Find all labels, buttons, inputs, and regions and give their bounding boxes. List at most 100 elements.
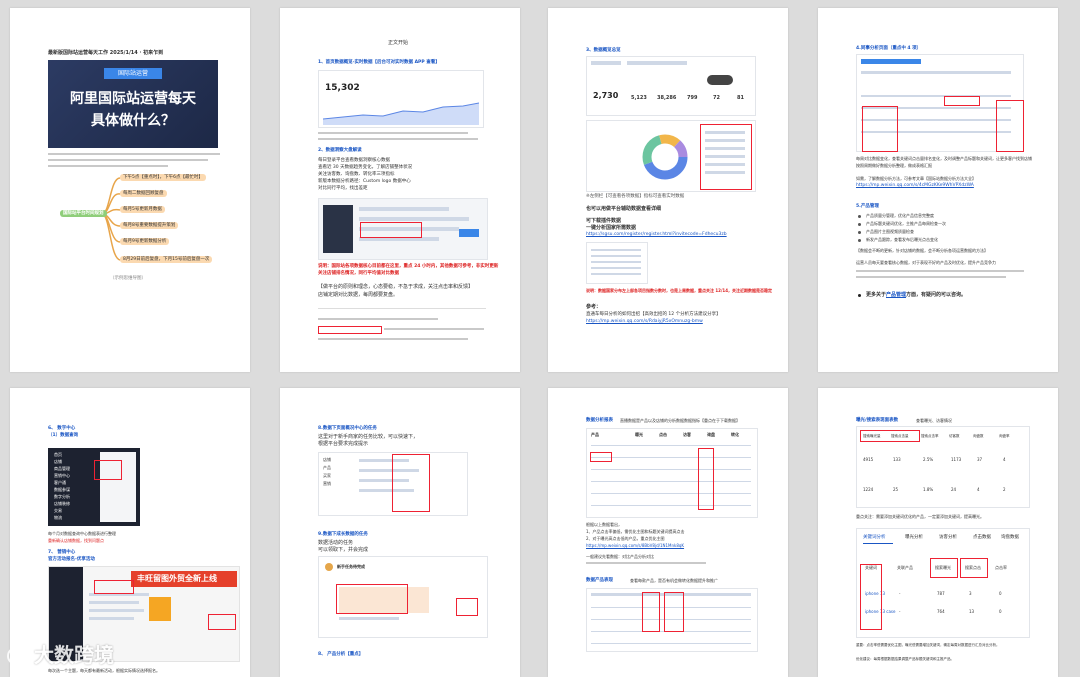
mindmap-item: 下午5点【重点时】，下午6点【最忙时】 — [120, 174, 206, 181]
section-heading: 8、 产品分析【重点】 — [318, 652, 364, 657]
kpi-value: 38,286 — [657, 95, 677, 101]
page-header: 正文开始 — [388, 40, 409, 46]
section-heading: 曝光/搜索表现面表数 — [856, 418, 899, 423]
table-cell: 764 — [937, 609, 945, 614]
mindmap-item: 8月29日前后复盘，下月15号前后复盘一次 — [120, 256, 213, 263]
text-line — [856, 270, 1024, 272]
menu-item: 商品管理 — [54, 466, 70, 471]
document-page-3: 3、数据概览总览 2,730 5,123 38,286 799 72 81 ※左… — [548, 8, 788, 372]
banner-text: 丰旺留图外贸全新上线 — [137, 574, 217, 583]
overview-screenshot: 2,730 5,123 38,286 799 72 81 — [586, 56, 756, 116]
document-page-2: 正文开始 1、首页数据概览-实时数据【后台可对实时数据 APP 查看】 15,3… — [280, 8, 520, 372]
highlight-box — [860, 564, 882, 630]
paragraph: 每个月对数据查询中心数据表进行整理 — [48, 531, 116, 536]
bullet-icon — [858, 239, 861, 242]
table-cell: - — [899, 609, 901, 614]
text-line — [586, 562, 706, 564]
highlight-box — [392, 454, 430, 512]
link[interactable]: https://mp.weixin.qq.com/s/8BbV8jd/1N1Mn… — [586, 543, 684, 549]
activity-banner: 丰旺留图外贸全新上线 — [131, 571, 237, 587]
menu-item: 数字分析 — [54, 494, 70, 499]
text-line — [384, 328, 484, 330]
table-cell: 1224 — [863, 487, 874, 492]
list-item: 买家 — [323, 473, 331, 478]
highlight-box — [664, 592, 684, 632]
text-line — [318, 338, 468, 340]
table-cell: 25 — [893, 487, 899, 492]
section-heading: 4.同事分析页面（重点中 4 项） — [856, 46, 922, 51]
paragraph: 运营人员每天要查看核心数据，对于表现不好的产品及时优化，提升产品竞争力 — [856, 260, 996, 265]
document-page-1: 最新版国际站运营每天工作 2025/1/14 · 初来乍到 国际站运营 阿里国际… — [10, 8, 250, 372]
bullet-item: 新发产品跟踪，查看发布后曝光点击变化 — [866, 237, 938, 242]
text-line — [318, 138, 478, 140]
highlight-box — [360, 222, 422, 238]
footer-link[interactable]: 产品管理 — [886, 292, 906, 298]
table-cell: 787 — [937, 591, 945, 596]
paragraph: 数据活动的任务 — [318, 540, 354, 546]
table-header: 产品 — [591, 432, 599, 437]
paragraph: 根据以上数据看出， — [586, 522, 622, 527]
dialog-title: 新手任务待完成 — [337, 564, 365, 569]
table-header: 搜索点击率 — [921, 434, 939, 438]
paragraph: 【做平台的原则和理念，心态要稳，不急于求成，关注点击率和反馈】 — [318, 284, 474, 290]
menu-item: 物流 — [54, 515, 62, 520]
section-subheading: 官方活动报名-优享活动 — [48, 557, 95, 562]
bullet-icon — [858, 223, 861, 226]
menu-item: 店铺装修 — [54, 501, 70, 506]
table-cell: 4 — [1003, 457, 1006, 462]
paragraph: 一般建议先看数据：对比产品分析对比 — [586, 554, 654, 559]
highlight-box — [996, 100, 1024, 152]
table-cell: 4 — [977, 487, 980, 492]
bullet-icon — [858, 215, 861, 218]
paragraph: 对比同行平均，找出差距 — [318, 186, 368, 191]
watermark-text: 大数跨境 — [34, 643, 114, 667]
link[interactable]: https://sgsu.com/register/register.html?… — [586, 232, 727, 238]
table-cell: 13 — [969, 609, 975, 614]
section-heading: 6、 数字中心 — [48, 426, 76, 431]
table-header: 询盘数 — [973, 434, 984, 438]
mindmap-item: 每月8号重要数据提升策划 — [120, 222, 179, 229]
mindmap-center: 国际站平台时间规划 — [60, 210, 107, 217]
menu-item: 客户通 — [54, 480, 66, 485]
section-heading: 7、 营销中心 — [48, 550, 76, 555]
tab-inquiries[interactable]: 询盘数据 — [1001, 535, 1019, 541]
highlight-box — [960, 558, 988, 578]
warning-text: 说明：国际站各项数据核心目前都在这里，重点 24 小时内，其他数据可参考，非实时… — [318, 264, 499, 269]
section-heading: 5.产品管理 — [856, 204, 879, 209]
highlight-box — [94, 460, 122, 480]
tab-clicks[interactable]: 点击数据 — [973, 535, 991, 541]
paragraph: 可下载插件数据 — [586, 218, 622, 224]
kpi-value: 799 — [687, 95, 698, 101]
paragraph: 重点关注：需要添加关键词优化的产品，一定要添加关键词，提高曝光。 — [856, 514, 984, 519]
tab-keyword[interactable]: 关键词分析 — [863, 535, 886, 541]
donut-chart — [642, 134, 688, 180]
trend-area-chart — [323, 102, 479, 125]
table-cell: 4915 — [863, 457, 874, 462]
table-cell: 1.8% — [923, 487, 934, 492]
table-cell: 24 — [951, 487, 957, 492]
table-cell: 1173 — [951, 457, 962, 462]
paragraph: 可以领取下，并会完成 — [318, 547, 369, 553]
table-cell: 133 — [893, 457, 901, 462]
highlight-box — [94, 580, 134, 594]
footer-prefix: 更多关于 — [866, 292, 887, 298]
document-page-7: 数据分析报表 直播数据是产品以及店铺的分析数据数据指标【重点在于下载数据】 产品… — [548, 388, 788, 677]
tab-exposure[interactable]: 曝光分析 — [905, 535, 923, 541]
highlight-box — [642, 592, 660, 632]
reference-text: 直通车每日分析的如何出招【高效出招的 12 个分析方法建议分享】 — [586, 312, 721, 317]
keyword-screenshot: 关键词分析 曝光分析 访客分析 点击数据 询盘数据 关键词 关联产品 搜索曝光 … — [856, 528, 1030, 638]
paragraph: 2、对于曝光高点击低的产品，重点优化主图 — [586, 536, 665, 541]
mindmap-item: 每周二数据回顾复盘 — [120, 190, 167, 197]
tab-visitors[interactable]: 访客分析 — [939, 535, 957, 541]
section-note: 查看曝光、访客情况 — [916, 418, 952, 423]
paragraph: 这里对于新手商家的任务比较，可以快速下， — [318, 434, 419, 440]
link[interactable]: https://mp.weixin.qq.com/s/4cMGzKKe9WhVP… — [856, 183, 974, 189]
link[interactable]: https://mp.weixin.qq.com/s/RdaiyjR5xOmnu… — [586, 319, 703, 325]
kpi-value: 72 — [713, 95, 720, 101]
stat-value: 15,302 — [325, 83, 360, 93]
menu-item: 店铺 — [54, 459, 62, 464]
text-line — [318, 318, 438, 320]
highlight-box — [318, 326, 382, 334]
highlight-box — [336, 584, 408, 614]
mindmap-item: 每月5号更新月数据 — [120, 206, 165, 213]
